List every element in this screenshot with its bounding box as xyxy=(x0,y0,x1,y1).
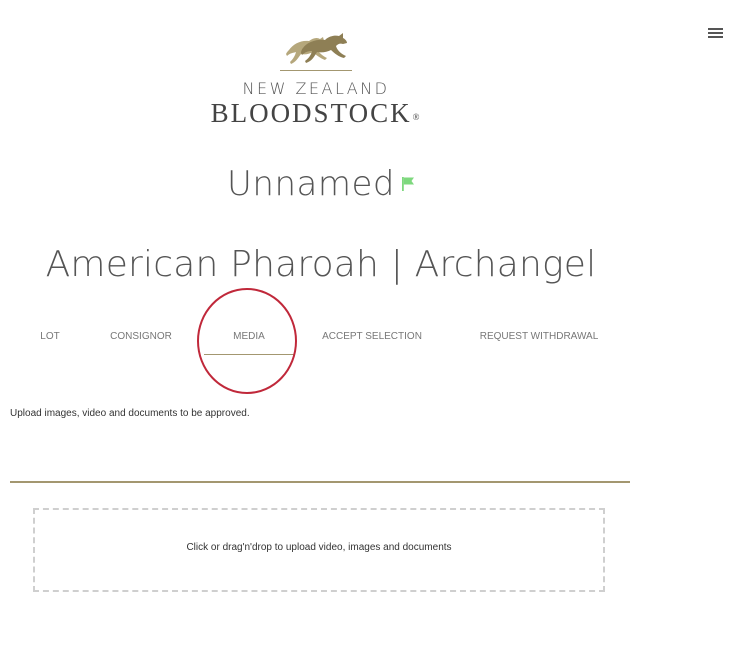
flag-icon xyxy=(401,176,414,191)
menu-bar xyxy=(708,36,723,38)
brand-logo[interactable]: NEW ZEALAND BLOODSTOCK® xyxy=(0,28,632,127)
section-divider xyxy=(10,481,630,483)
galloping-horses-logo-icon xyxy=(286,33,347,64)
media-instructions: Upload images, video and documents to be… xyxy=(10,408,250,419)
dropzone-label: Click or drag'n'drop to upload video, im… xyxy=(186,542,452,553)
tab-request-withdrawal[interactable]: REQUEST WITHDRAWAL xyxy=(472,322,606,354)
registered-mark: ® xyxy=(412,112,422,122)
horse-name: Unnamed xyxy=(227,164,395,204)
logo-wordmark: BLOODSTOCK xyxy=(210,98,412,128)
logo-divider xyxy=(280,70,352,71)
horse-name-heading: Unnamed xyxy=(0,162,642,206)
menu-bar xyxy=(708,28,723,30)
lot-tabs: LOT CONSIGNOR MEDIA ACCEPT SELECTION REQ… xyxy=(0,322,642,358)
upload-dropzone[interactable]: Click or drag'n'drop to upload video, im… xyxy=(33,508,605,592)
menu-bar xyxy=(708,32,723,34)
hamburger-menu-icon[interactable] xyxy=(708,27,723,39)
logo-text-new-zealand: NEW ZEALAND xyxy=(242,79,390,98)
pedigree-heading: American Pharoah | Archangel xyxy=(45,244,597,285)
tab-lot[interactable]: LOT xyxy=(38,322,62,354)
tab-consignor[interactable]: CONSIGNOR xyxy=(104,322,178,354)
logo-text-bloodstock: BLOODSTOCK® xyxy=(0,99,632,127)
tab-media[interactable]: MEDIA xyxy=(204,322,294,355)
tab-accept-selection[interactable]: ACCEPT SELECTION xyxy=(318,322,426,354)
